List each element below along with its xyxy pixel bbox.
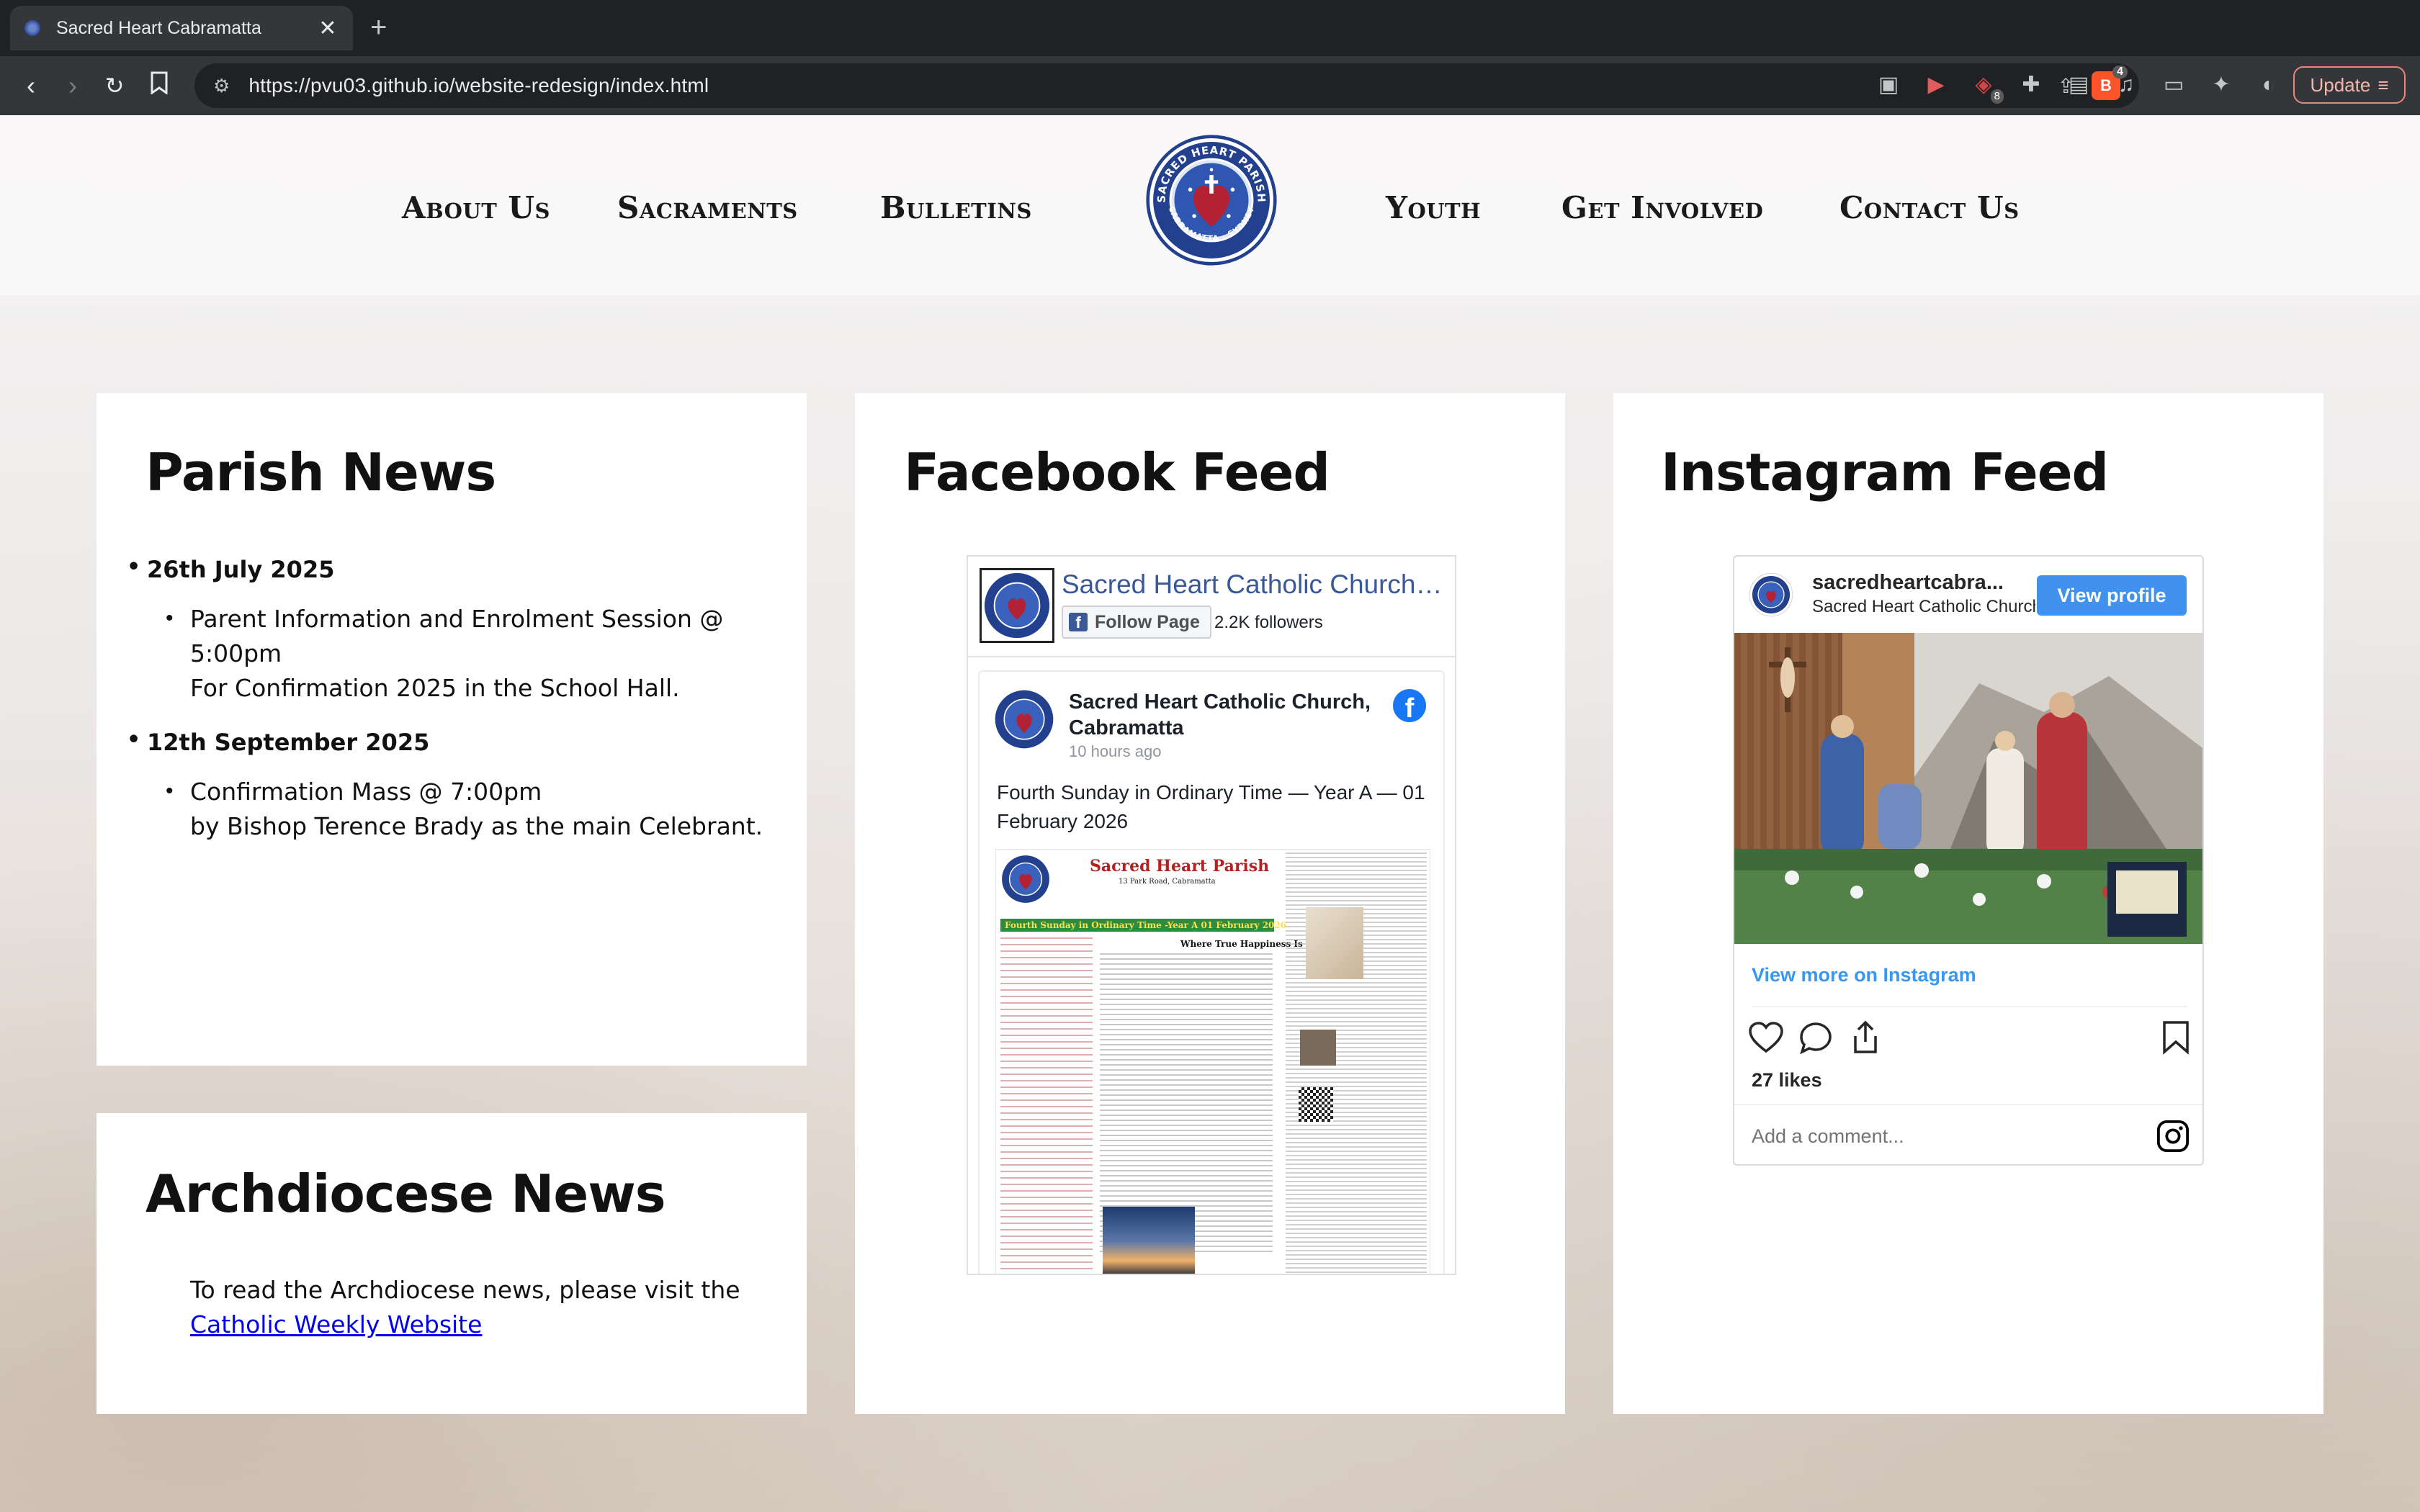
view-more-instagram-link[interactable]: View more on Instagram: [1752, 964, 1976, 986]
instagram-full-name: Sacred Heart Catholic Church: [1812, 597, 2035, 616]
reader-mode-icon[interactable]: ▤: [2063, 69, 2094, 101]
vpn-icon[interactable]: ◐: [2253, 69, 2285, 101]
facebook-followers: 2.2K followers: [1214, 613, 1323, 632]
facebook-feed-title: Facebook Feed: [904, 442, 1330, 503]
site-settings-icon[interactable]: ⚙: [213, 75, 230, 97]
instagram-feed-card: Instagram Feed sacredheartcabra... Sacre…: [1613, 393, 2323, 1414]
browser-tab-active[interactable]: Sacred Heart Cabramatta ✕: [10, 6, 353, 50]
parish-logo[interactable]: SACRED HEART PARISH CABRAMATTA · SYDNEY: [1145, 134, 1278, 266]
facebook-follow-button[interactable]: f Follow Page: [1062, 606, 1211, 639]
bulletin-qr-code: [1299, 1087, 1333, 1122]
reload-icon[interactable]: ↻: [97, 68, 133, 104]
facebook-page-avatar[interactable]: [980, 568, 1054, 643]
nav-get-involved[interactable]: Get Involved: [1561, 190, 1763, 225]
instagram-likes-count[interactable]: 27 likes: [1752, 1069, 1822, 1092]
facebook-post-text: Fourth Sunday in Ordinary Time — Year A …: [997, 781, 1425, 832]
like-heart-icon[interactable]: [1749, 1022, 1783, 1053]
comment-icon[interactable]: [1799, 1022, 1832, 1055]
nav-contact-us[interactable]: Contact Us: [1839, 190, 2020, 225]
bulletin-image: [1306, 907, 1363, 979]
instagram-actions: [1749, 1017, 2190, 1061]
news-line: by Bishop Terence Brady as the main Cele…: [190, 812, 763, 840]
instagram-post-widget[interactable]: sacredheartcabra... Sacred Heart Catholi…: [1733, 555, 2204, 1166]
news-date: 12th September 2025: [127, 727, 429, 756]
menu-hamburger-icon: ≡: [2378, 73, 2389, 96]
update-button[interactable]: Update ≡: [2293, 66, 2406, 104]
page-viewport: About Us Sacraments Bulletins SACRED HEA…: [0, 115, 2420, 1512]
facebook-post-author[interactable]: Sacred Heart Catholic Church, Cabramatta: [1069, 689, 1386, 741]
nav-about-us[interactable]: About Us: [402, 190, 550, 225]
instagram-username[interactable]: sacredheartcabra...: [1812, 571, 2004, 595]
forward-icon[interactable]: ›: [55, 68, 91, 104]
tab-title: Sacred Heart Cabramatta: [56, 17, 261, 38]
parish-news-card: Parish News 26th July 2025 • Parent Info…: [97, 393, 807, 1066]
share-icon[interactable]: [1850, 1020, 1881, 1055]
bookmark-icon[interactable]: [141, 68, 177, 104]
nav-sacraments[interactable]: Sacraments: [617, 190, 798, 225]
nav-youth[interactable]: Youth: [1386, 190, 1481, 225]
site-header: About Us Sacraments Bulletins SACRED HEA…: [0, 115, 2420, 295]
wallet-icon[interactable]: ▭: [2158, 69, 2190, 101]
view-profile-button[interactable]: View profile: [2037, 575, 2187, 616]
new-tab-button[interactable]: +: [370, 12, 387, 44]
extensions-puzzle-icon[interactable]: ✚: [2015, 69, 2047, 101]
facebook-post-bulletin-image[interactable]: Sacred Heart Parish 13 Park Road, Cabram…: [995, 849, 1430, 1274]
url-text[interactable]: https://pvu03.github.io/website-redesign…: [248, 74, 2057, 97]
catholic-weekly-link[interactable]: Catholic Weekly Website: [190, 1310, 482, 1338]
facebook-widget-header: Sacred Heart Catholic Church, Cabramatta…: [968, 557, 1455, 657]
bulletin-sidebar-text: [1000, 937, 1093, 1274]
facebook-page-name[interactable]: Sacred Heart Catholic Church, Cabramatta: [1062, 570, 1443, 600]
parish-news-title: Parish News: [145, 442, 496, 503]
browser-tab-bar: Sacred Heart Cabramatta ✕ +: [0, 0, 2420, 56]
archdiocese-news-title: Archdiocese News: [145, 1164, 666, 1224]
bulletin-title: Sacred Heart Parish: [1090, 857, 1270, 876]
facebook-f-icon: f: [1069, 613, 1088, 631]
nav-bulletins[interactable]: Bulletins: [880, 190, 1032, 225]
news-line: Confirmation Mass @ 7:00pm: [190, 778, 542, 806]
bulletin-photo: [1103, 1207, 1195, 1274]
facebook-page-widget[interactable]: Sacred Heart Catholic Church, Cabramatta…: [967, 555, 1456, 1275]
bulletin-image: [1300, 1030, 1336, 1066]
news-line: Parent Information and Enrolment Session…: [190, 605, 724, 633]
bulletin-band: Fourth Sunday in Ordinary Time -Year A 0…: [1000, 919, 1286, 932]
facebook-feed-card: Facebook Feed Sacred Heart Catholic Chur…: [855, 393, 1565, 1414]
archdiocese-news-card: Archdiocese News To read the Archdiocese…: [97, 1113, 807, 1414]
archdiocese-text: To read the Archdiocese news, please vis…: [190, 1276, 740, 1338]
facebook-logo-icon[interactable]: f: [1393, 689, 1426, 722]
bulletin-logo-icon: [1002, 855, 1049, 903]
news-date: 26th July 2025: [127, 554, 335, 583]
extension-video-icon[interactable]: ▶: [1920, 69, 1952, 101]
extension-translate-icon[interactable]: ▣: [1873, 69, 1904, 101]
back-icon[interactable]: ‹: [13, 68, 49, 104]
leo-ai-icon[interactable]: ✦: [2205, 69, 2237, 101]
tab-close-icon[interactable]: ✕: [317, 16, 339, 41]
address-bar[interactable]: ⚙ https://pvu03.github.io/website-redesi…: [194, 63, 2139, 108]
facebook-post-time[interactable]: 10 hours ago: [1069, 742, 1161, 761]
bulletin-address: 13 Park Road, Cabramatta: [1119, 878, 1216, 886]
instagram-logo-icon[interactable]: [2156, 1120, 2190, 1153]
instagram-feed-title: Instagram Feed: [1661, 442, 2109, 503]
site-favicon-icon: [24, 20, 40, 36]
media-music-icon[interactable]: ♫: [2110, 69, 2142, 101]
instagram-avatar[interactable]: [1749, 572, 1793, 617]
extensions-area: ▣ ▶ ◈ 8 ✚ ▤ ♫ ▭ ✦ ◐: [1873, 69, 2285, 104]
news-line: 5:00pm: [190, 639, 282, 667]
facebook-post: Sacred Heart Catholic Church, Cabramatta…: [978, 670, 1445, 1274]
instagram-post-image[interactable]: [1734, 633, 2202, 944]
add-comment-input[interactable]: Add a comment...: [1752, 1125, 1904, 1148]
extension-ublock-icon[interactable]: ◈ 8: [1968, 69, 2004, 104]
facebook-post-avatar[interactable]: [994, 689, 1054, 750]
news-line: For Confirmation 2025 in the School Hall…: [190, 674, 680, 702]
browser-toolbar: ‹ › ↻ ⚙ https://pvu03.github.io/website-…: [0, 56, 2420, 115]
save-bookmark-icon[interactable]: [2162, 1020, 2190, 1055]
